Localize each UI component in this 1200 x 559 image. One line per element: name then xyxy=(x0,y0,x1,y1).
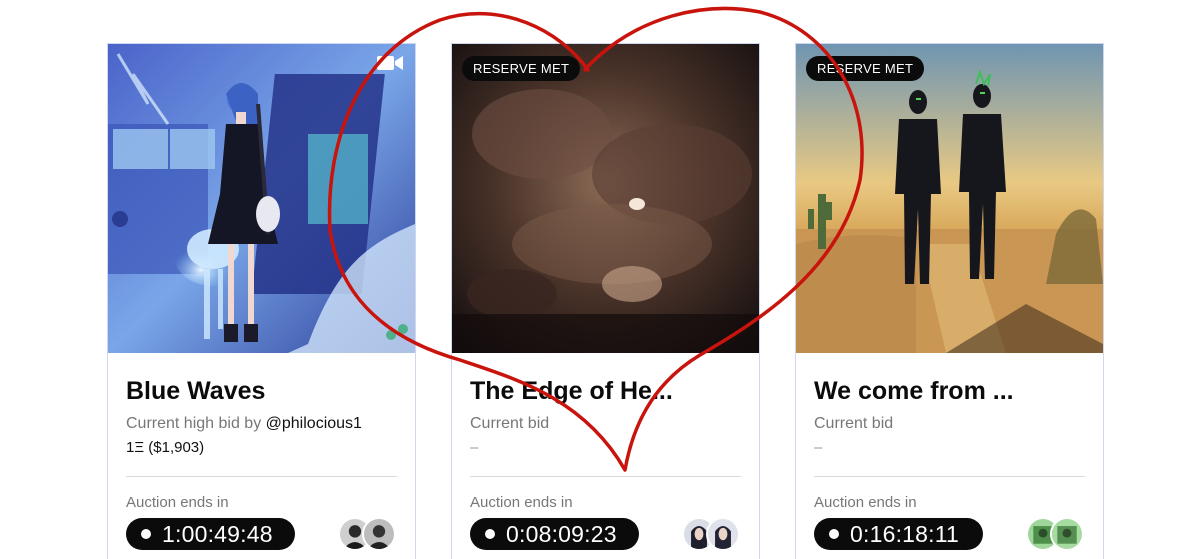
artwork-dark-floral-painting xyxy=(452,44,759,353)
artwork-image[interactable] xyxy=(452,44,759,353)
owner-avatars[interactable] xyxy=(338,517,400,551)
live-dot-icon xyxy=(141,529,151,539)
auction-countdown: 0:08:09:23 xyxy=(470,518,639,550)
countdown-text: 0:08:09:23 xyxy=(506,521,617,547)
artwork-title[interactable]: The Edge of He... xyxy=(470,377,745,406)
artwork-image[interactable] xyxy=(108,44,415,353)
bid-label-text: Current high bid by xyxy=(126,415,262,432)
card-divider xyxy=(814,476,1085,477)
bidder-handle-link[interactable]: @philocious1 xyxy=(266,415,362,432)
current-bid-label: Current bid xyxy=(814,415,894,432)
current-bid-label: Current bid xyxy=(470,415,550,432)
owner-avatars[interactable] xyxy=(1026,517,1088,551)
avatar[interactable] xyxy=(1050,517,1084,551)
current-bid-value: – xyxy=(814,439,823,456)
nft-card-blue-waves[interactable]: Blue Waves Current high bid by @philocio… xyxy=(107,43,416,559)
card-divider xyxy=(126,476,397,477)
card-divider xyxy=(470,476,741,477)
current-bid-value: – xyxy=(470,439,479,456)
owner-avatars[interactable] xyxy=(682,517,744,551)
artwork-title[interactable]: Blue Waves xyxy=(126,377,401,406)
artwork-desert-suits-painting xyxy=(796,44,1103,353)
auction-countdown: 1:00:49:48 xyxy=(126,518,295,550)
avatar[interactable] xyxy=(362,517,396,551)
artwork-anime-arcade-illustration xyxy=(108,44,415,353)
live-dot-icon xyxy=(829,529,839,539)
artwork-title[interactable]: We come from ... xyxy=(814,377,1089,406)
reserve-met-badge: RESERVE MET xyxy=(462,56,581,81)
auction-ends-label: Auction ends in xyxy=(470,494,573,511)
current-bid-label: Current high bid by @philocious1 xyxy=(126,415,362,433)
auction-ends-label: Auction ends in xyxy=(814,494,917,511)
reserve-met-badge: RESERVE MET xyxy=(806,56,925,81)
countdown-text: 0:16:18:11 xyxy=(850,521,960,547)
artwork-image[interactable] xyxy=(796,44,1103,353)
avatar[interactable] xyxy=(706,517,740,551)
current-bid-value: 1Ξ ($1,903) xyxy=(126,439,205,456)
nft-card-we-come-from[interactable]: RESERVE MET We come from ... Current bid… xyxy=(795,43,1104,559)
live-dot-icon xyxy=(485,529,495,539)
countdown-text: 1:00:49:48 xyxy=(162,521,273,547)
auction-ends-label: Auction ends in xyxy=(126,494,229,511)
video-camera-icon xyxy=(377,54,403,72)
nft-card-the-edge[interactable]: RESERVE MET The Edge of He... Current bi… xyxy=(451,43,760,559)
auction-countdown: 0:16:18:11 xyxy=(814,518,983,550)
